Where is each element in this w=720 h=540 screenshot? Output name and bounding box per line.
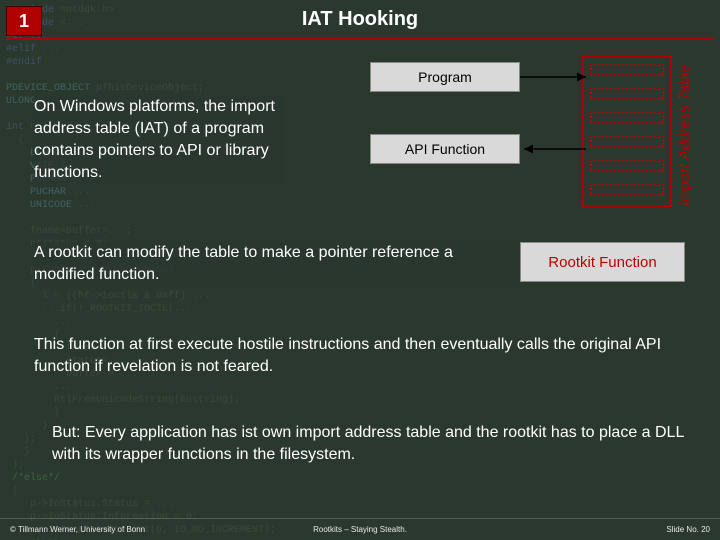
footer-center: Rootkits – Staying Stealth. [313, 525, 407, 534]
program-box: Program [370, 62, 520, 92]
rootkit-function-box: Rootkit Function [520, 242, 685, 282]
paragraph-4: But: Every application has ist own impor… [52, 422, 686, 466]
footer-left: © Tillmann Werner, University of Bonn [10, 525, 145, 540]
iat-entry [590, 88, 664, 100]
content-area: Program API Function Import Address Tabl… [0, 46, 720, 518]
api-function-box-label: API Function [405, 141, 485, 157]
paragraph-1: On Windows platforms, the import address… [34, 96, 284, 184]
slide-title: IAT Hooking [0, 8, 720, 31]
slide: #include <ntddk.h> #include <... #if ...… [0, 0, 720, 540]
iat-entry [590, 160, 664, 172]
iat-entry [590, 184, 664, 196]
paragraph-3: This function at first execute hostile i… [34, 334, 686, 378]
rootkit-function-box-label: Rootkit Function [548, 254, 656, 271]
header-rule [6, 38, 714, 40]
iat-entry [590, 136, 664, 148]
footer: © Tillmann Werner, University of Bonn Ro… [0, 518, 720, 540]
iat-entry [590, 112, 664, 124]
diagram: Program API Function Import Address Tabl… [320, 52, 690, 232]
program-box-label: Program [418, 69, 472, 85]
iat-entry [590, 64, 664, 76]
api-function-box: API Function [370, 134, 520, 164]
header: 1 IAT Hooking [0, 0, 720, 40]
iat-label: Import Address Table [676, 65, 693, 206]
footer-right: Slide No. 20 [666, 525, 710, 540]
paragraph-2: A rootkit can modify the table to make a… [34, 242, 514, 286]
